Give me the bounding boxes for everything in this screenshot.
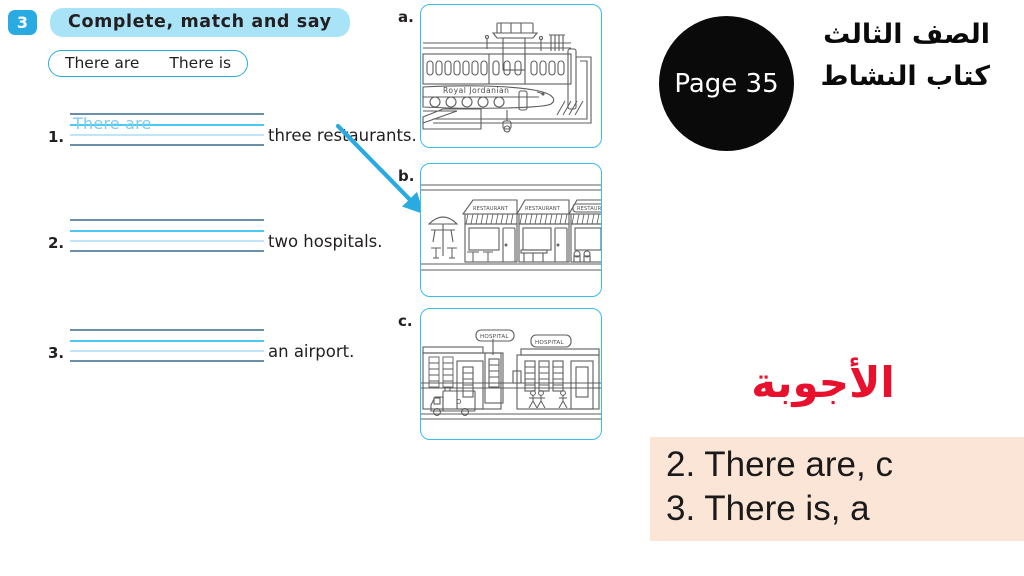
answer-blank-1[interactable]: There are <box>70 112 264 146</box>
exercise-header: 3 Complete, match and say <box>8 8 350 37</box>
panel-c-frame[interactable]: HOSPITAL HOSPITAL D <box>420 308 602 440</box>
page-badge: Page 35 <box>659 16 794 151</box>
rule-line-lower-mid <box>70 240 264 242</box>
panel-c-image[interactable]: HOSPITAL HOSPITAL D <box>420 308 602 440</box>
exercise-item-1: 1. There are three restaurants. <box>48 112 417 146</box>
exercise-number-badge: 3 <box>8 10 37 35</box>
picture-panel-b[interactable]: b. RESTAURANT RESTAURANT RESTAUR <box>398 163 602 297</box>
rule-line-bottom <box>70 360 264 362</box>
word-bank-option-there-is[interactable]: There is <box>169 54 231 72</box>
handwritten-answer-1: There are <box>73 114 152 133</box>
answer-key-line: 3. There is, a <box>666 489 870 529</box>
item-tail-text: three restaurants. <box>268 125 417 145</box>
rule-line-bottom <box>70 250 264 252</box>
hospitals-illustration-icon: HOSPITAL HOSPITAL D <box>421 329 601 420</box>
panel-a-image[interactable]: Royal Jordanian <box>420 4 602 148</box>
answer-blank-3[interactable] <box>70 328 264 362</box>
grade-labels: الصف الثالث كتاب النشاط <box>821 14 990 98</box>
plane-livery-text: Royal Jordanian <box>443 86 510 95</box>
item-number: 2. <box>48 234 65 252</box>
exercise-item-3: 3. an airport. <box>48 328 354 362</box>
item-number: 3. <box>48 344 65 362</box>
hospital-sign-2: HOSPITAL <box>535 340 564 346</box>
picture-panel-c[interactable]: c. HOSPITAL HOSPITAL D <box>398 308 602 440</box>
rule-line-lower-mid <box>70 350 264 352</box>
exercise-title: Complete, match and say <box>50 8 350 37</box>
panel-letter-a: a. <box>398 8 414 26</box>
restaurants-illustration-icon: RESTAURANT RESTAURANT RESTAURANT <box>421 184 601 271</box>
panel-b-image[interactable]: RESTAURANT RESTAURANT RESTAURANT <box>420 163 602 297</box>
answer-key-box: 2. There are, c 3. There is, a <box>650 437 1024 542</box>
grade-line-1: الصف الثالث <box>823 19 990 50</box>
rule-line-bottom <box>70 144 264 146</box>
panel-letter-b: b. <box>398 167 415 185</box>
word-bank-option-there-are[interactable]: There are <box>65 54 139 72</box>
shop-sign-2: RESTAURANT <box>525 206 561 212</box>
answer-blank-2[interactable] <box>70 218 264 252</box>
rule-line-upper-mid <box>70 339 264 342</box>
answer-key-line: 2. There are, c <box>666 445 893 484</box>
panel-b-frame[interactable]: RESTAURANT RESTAURANT RESTAURANT <box>420 163 602 297</box>
exercise-column: 3 Complete, match and say There are Ther… <box>0 0 425 576</box>
rule-line-upper-mid <box>70 229 264 232</box>
shop-sign-3: RESTAURANT <box>577 206 601 212</box>
word-bank: There are There is <box>48 50 249 77</box>
airport-illustration-icon: Royal Jordanian <box>422 22 592 133</box>
item-tail-text: two hospitals. <box>268 231 383 251</box>
panel-letter-c: c. <box>398 312 413 330</box>
panel-a-frame[interactable]: Royal Jordanian <box>420 4 602 148</box>
answers-heading: الأجوبة <box>751 358 895 407</box>
picture-panel-a[interactable]: a. Royal Jordanian <box>398 4 602 148</box>
rule-line-top <box>70 329 264 331</box>
rule-line-top <box>70 219 264 221</box>
item-number: 1. <box>48 128 65 146</box>
grade-line-2: كتاب النشاط <box>820 60 990 92</box>
item-tail-text: an airport. <box>268 341 355 361</box>
shop-sign-1: RESTAURANT <box>473 206 509 212</box>
exercise-item-2: 2. two hospitals. <box>48 218 383 252</box>
ambulance-label: D <box>456 398 462 406</box>
hospital-sign-1: HOSPITAL <box>480 334 509 340</box>
